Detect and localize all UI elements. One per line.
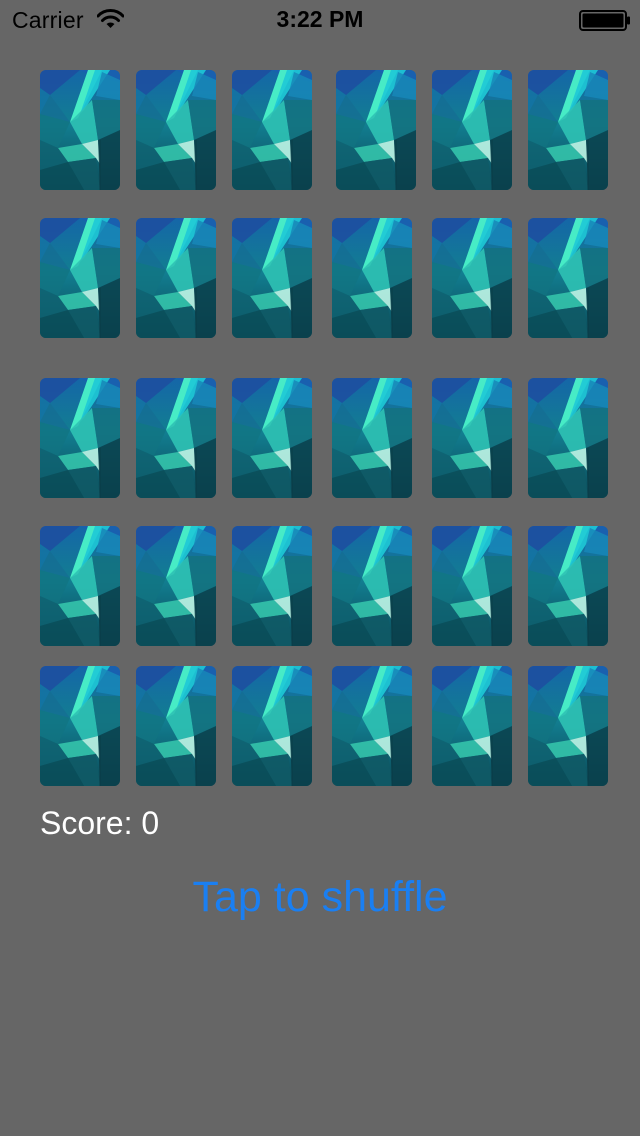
- card-back-art: [332, 218, 412, 338]
- card-r1-c6[interactable]: [528, 70, 608, 190]
- card-back-art: [528, 666, 608, 786]
- card-r5-c5[interactable]: [432, 666, 512, 786]
- card-back-art: [40, 70, 120, 190]
- card-r2-c6[interactable]: [528, 218, 608, 338]
- card-back-art: [332, 378, 412, 498]
- card-r4-c3[interactable]: [232, 526, 312, 646]
- card-back-art: [136, 666, 216, 786]
- card-back-art: [232, 526, 312, 646]
- card-back-art: [136, 70, 216, 190]
- shuffle-button[interactable]: Tap to shuffle: [0, 873, 640, 922]
- card-r3-c3[interactable]: [232, 378, 312, 498]
- card-r5-c4[interactable]: [332, 666, 412, 786]
- card-r5-c1[interactable]: [40, 666, 120, 786]
- card-r5-c3[interactable]: [232, 666, 312, 786]
- card-back-art: [332, 666, 412, 786]
- card-back-art: [432, 666, 512, 786]
- card-back-art: [432, 70, 512, 190]
- card-back-art: [528, 70, 608, 190]
- card-r3-c6[interactable]: [528, 378, 608, 498]
- card-back-art: [432, 218, 512, 338]
- card-back-art: [528, 378, 608, 498]
- card-r3-c1[interactable]: [40, 378, 120, 498]
- card-r3-c5[interactable]: [432, 378, 512, 498]
- card-r1-c4[interactable]: [336, 70, 416, 190]
- card-back-art: [432, 526, 512, 646]
- card-r1-c2[interactable]: [136, 70, 216, 190]
- card-back-art: [528, 526, 608, 646]
- card-r1-c1[interactable]: [40, 70, 120, 190]
- card-r2-c3[interactable]: [232, 218, 312, 338]
- card-r4-c1[interactable]: [40, 526, 120, 646]
- card-r1-c3[interactable]: [232, 70, 312, 190]
- card-back-art: [232, 70, 312, 190]
- card-r3-c4[interactable]: [332, 378, 412, 498]
- card-back-art: [232, 378, 312, 498]
- card-r4-c2[interactable]: [136, 526, 216, 646]
- card-back-art: [232, 666, 312, 786]
- card-back-art: [232, 218, 312, 338]
- card-r1-c5[interactable]: [432, 70, 512, 190]
- card-r2-c5[interactable]: [432, 218, 512, 338]
- score-label: Score: 0: [40, 805, 160, 841]
- card-back-art: [432, 378, 512, 498]
- card-back-art: [528, 218, 608, 338]
- card-r3-c2[interactable]: [136, 378, 216, 498]
- card-back-art: [40, 378, 120, 498]
- card-back-art: [136, 378, 216, 498]
- card-r2-c1[interactable]: [40, 218, 120, 338]
- card-r5-c2[interactable]: [136, 666, 216, 786]
- card-back-art: [40, 666, 120, 786]
- card-grid: [0, 0, 640, 800]
- card-back-art: [336, 70, 416, 190]
- card-back-art: [40, 526, 120, 646]
- card-r4-c6[interactable]: [528, 526, 608, 646]
- card-back-art: [332, 526, 412, 646]
- card-r5-c6[interactable]: [528, 666, 608, 786]
- card-back-art: [40, 218, 120, 338]
- card-r4-c4[interactable]: [332, 526, 412, 646]
- card-r4-c5[interactable]: [432, 526, 512, 646]
- card-back-art: [136, 526, 216, 646]
- card-r2-c2[interactable]: [136, 218, 216, 338]
- card-back-art: [136, 218, 216, 338]
- card-r2-c4[interactable]: [332, 218, 412, 338]
